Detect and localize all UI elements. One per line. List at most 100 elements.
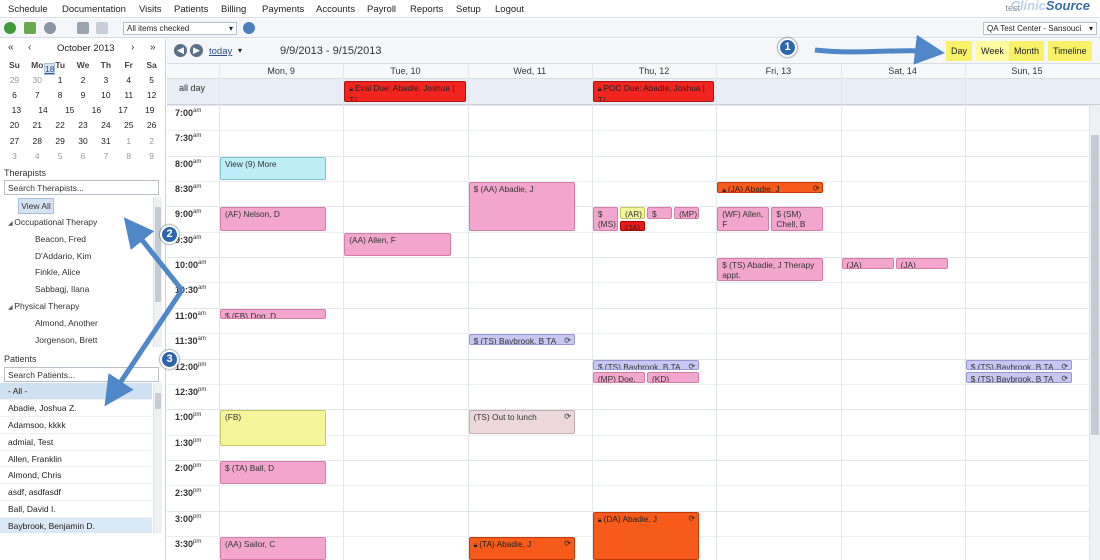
calendar-event[interactable]: $ (TS) Baybrook, B TA ⟳ (965, 372, 1073, 383)
export-icon[interactable] (96, 22, 108, 34)
filter-select[interactable]: All items checked ▾ (123, 22, 237, 35)
menu-payments[interactable]: Payments (262, 4, 304, 15)
calendar-day[interactable]: 7 (94, 151, 117, 161)
therapist-item[interactable]: Jorgenson, Brett (0, 332, 152, 347)
prev-year-button[interactable]: « (8, 42, 14, 53)
therapist-group[interactable]: ◢ Occupational Therapy (0, 214, 152, 231)
therapist-item[interactable]: Sabbagj, Ilana (0, 281, 152, 298)
calendar-day[interactable]: 8 (117, 151, 140, 161)
calendar-event[interactable]: (JA) admial, T (841, 258, 894, 269)
calendar-day[interactable]: 1 (49, 75, 72, 85)
calendar-day[interactable]: 1 (117, 136, 140, 146)
refresh-icon[interactable] (243, 22, 255, 34)
calendar-day[interactable]: 4 (117, 75, 140, 85)
today-link[interactable]: today (209, 46, 232, 57)
calendar-day[interactable]: 14 (30, 105, 57, 115)
calendar-event[interactable]: (FB) (220, 410, 327, 447)
chevron-down-icon[interactable]: ▾ (238, 46, 242, 55)
patient-item[interactable]: Ball, David I. (0, 501, 152, 519)
patient-item[interactable]: Abadie, Joshua Z. (0, 400, 152, 417)
prev-month-button[interactable]: ‹ (28, 42, 31, 53)
calendar-day[interactable]: 29 (49, 136, 72, 146)
print-icon[interactable] (77, 22, 89, 34)
calendar-day[interactable]: 9 (72, 90, 95, 100)
calendar-event[interactable]: (AF) Nelson, D (220, 207, 327, 231)
calendar-day[interactable]: 29 (3, 75, 26, 85)
calendar-day[interactable]: 3 (3, 151, 26, 161)
calendar-day[interactable]: 16 (83, 105, 110, 115)
calendar-event[interactable]: (KD) Byrne, D (647, 372, 700, 383)
therapist-scrollbar[interactable] (153, 197, 162, 347)
calendar-event[interactable]: $ (TS) Abadie, J Therapy appt. (717, 258, 824, 282)
calendar-event[interactable]: $ (TA) Ball, D (220, 460, 327, 485)
calendar-day[interactable]: 10 (94, 90, 117, 100)
calendar-day[interactable]: 27 (3, 136, 26, 146)
menu-payroll[interactable]: Payroll (367, 4, 396, 15)
time-grid[interactable]: 7:00am 7:30am 8:00am 8:30am 9:00am 9:30am 10:0… (167, 105, 1100, 560)
calendar-day[interactable]: 28 (26, 136, 49, 146)
menu-reports[interactable]: Reports (410, 4, 443, 15)
calendar-day[interactable]: 8 (49, 90, 72, 100)
calendar-day[interactable]: 22 (49, 120, 72, 130)
calendar-day[interactable]: 24 (94, 120, 117, 130)
calendar-event[interactable]: (MP) Doe, J (592, 372, 646, 383)
patient-item[interactable]: Adamsoo, kkkk (0, 417, 152, 434)
calendar-event[interactable]: $ (AA) Abadie, J (468, 182, 575, 231)
calendar-day[interactable]: 26 (140, 120, 163, 130)
calendar-event[interactable]: (AA) Allen, F (344, 232, 451, 257)
therapist-item[interactable]: Beacon, Fred (0, 231, 152, 248)
calendar-day[interactable]: 23 (72, 120, 95, 130)
calendar-event[interactable]: (AR) Colon (619, 207, 646, 220)
calendar-day[interactable]: 15 (56, 105, 83, 115)
menu-schedule[interactable]: Schedule (8, 4, 48, 15)
calendar-event[interactable]: (AA) Sailor, C (220, 536, 327, 560)
patient-item[interactable]: admial, Test (0, 434, 152, 451)
calendar-event[interactable]: 🔒︎ (TA) Abadie, J ⟳ (468, 536, 575, 560)
search-patients-input[interactable]: Search Patients... (4, 367, 159, 382)
calendar-day[interactable]: 18 (43, 63, 56, 75)
calendar-day[interactable]: 6 (3, 90, 26, 100)
patient-scrollbar[interactable] (153, 383, 162, 533)
menu-documentation[interactable]: Documentation (62, 4, 126, 15)
calendar-day[interactable]: 20 (3, 120, 26, 130)
move-icon[interactable] (24, 22, 36, 34)
therapist-item[interactable]: D'Addario, Kim (0, 248, 152, 265)
calendar-day[interactable]: 2 (140, 136, 163, 146)
calendar-day[interactable]: 25 (117, 120, 140, 130)
prev-week-button[interactable]: ◀ (174, 44, 187, 57)
center-select[interactable]: QA Test Center - Sansouci ▾ (983, 22, 1097, 35)
calendar-event[interactable]: (WF) Allen, F (717, 207, 770, 231)
view-timeline-button[interactable]: Timeline (1048, 41, 1092, 61)
view-all-button[interactable]: View All (18, 198, 54, 214)
menu-accounts[interactable]: Accounts (316, 4, 355, 15)
calendar-event[interactable]: $ (KB) (647, 207, 673, 220)
patient-item[interactable]: Baybrook, Benjamin D. (0, 518, 152, 533)
therapist-item[interactable]: Almond, Another (0, 315, 152, 332)
calendar-day[interactable]: 5 (49, 151, 72, 161)
next-week-button[interactable]: ▶ (190, 44, 203, 57)
calendar-event[interactable]: View (9) More (220, 156, 327, 181)
therapist-item[interactable]: Finkle, Alice (0, 264, 152, 281)
calendar-event[interactable]: 🔒︎ (JA) Abadie, J ⟳ (717, 182, 824, 193)
calendar-scrollbar[interactable] (1089, 105, 1100, 560)
calendar-day[interactable]: 12 (140, 90, 163, 100)
calendar-event[interactable]: (JA) Allen (619, 221, 646, 231)
calendar-day[interactable]: 30 (26, 75, 49, 85)
calendar-event[interactable]: $ (FB) Dog, D (220, 308, 327, 320)
all-day-event[interactable]: 🔒︎ POC Due: Abadie, Joshua | T/ (592, 81, 715, 102)
calendar-event[interactable]: $ (TS) Baybrook, B TA ⟳ (965, 359, 1073, 371)
calendar-event[interactable]: 🔒︎ (DA) Abadie, J ⟳ (592, 511, 700, 560)
calendar-day[interactable]: 7 (26, 90, 49, 100)
patient-item[interactable]: - All - (0, 383, 152, 400)
patient-item[interactable]: Allen, Franklin (0, 451, 152, 468)
calendar-day[interactable]: 11 (117, 90, 140, 100)
calendar-event[interactable]: $ (MS) Ball, D (592, 207, 618, 231)
calendar-day[interactable]: 19 (136, 105, 163, 115)
view-month-button[interactable]: Month (1009, 41, 1045, 61)
calendar-event[interactable]: (MP) Britte (674, 207, 700, 220)
patient-item[interactable]: Almond, Chris (0, 467, 152, 485)
calendar-day[interactable]: 2 (72, 75, 95, 85)
calendar-day[interactable]: 30 (72, 136, 95, 146)
therapist-group[interactable]: ◢ Physical Therapy (0, 298, 152, 315)
menu-setup[interactable]: Setup (456, 4, 481, 15)
